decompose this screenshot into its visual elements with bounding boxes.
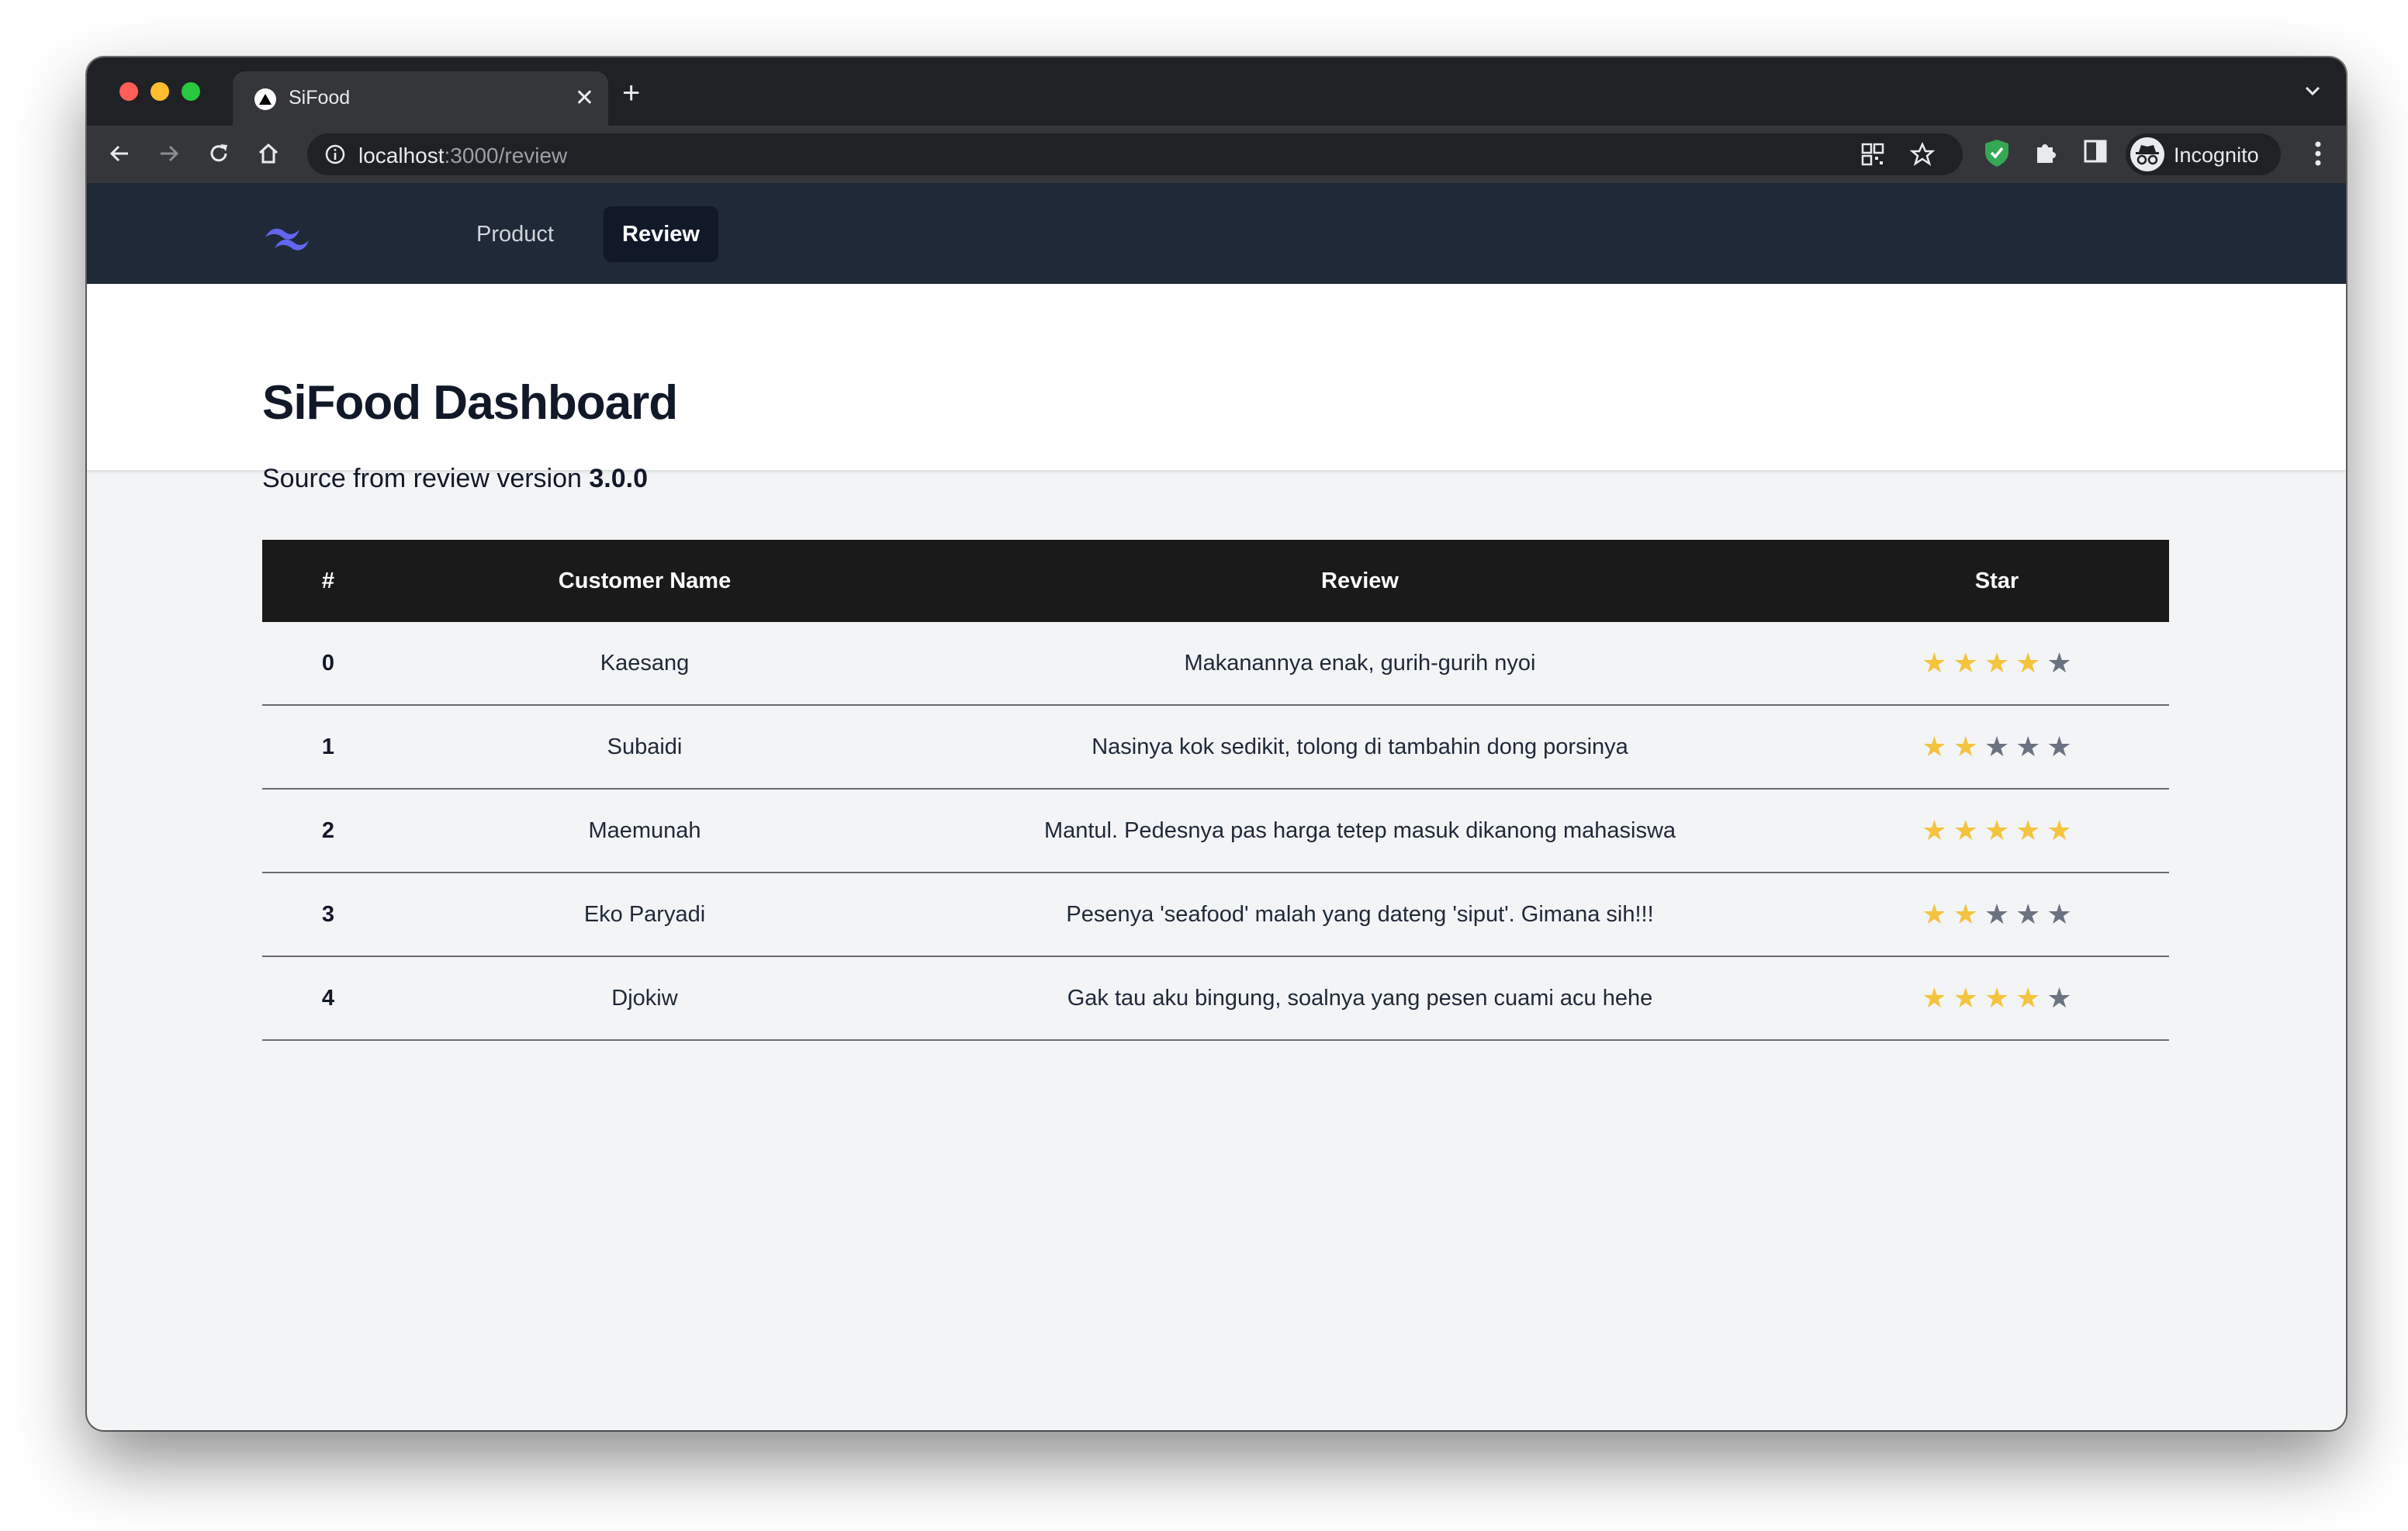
star-empty-icon: ★: [2015, 898, 2041, 930]
row-index: 3: [321, 901, 335, 927]
tab-search-chevron-icon[interactable]: [2302, 81, 2323, 105]
source-version: 3.0.0: [589, 464, 648, 493]
row-index: 1: [321, 734, 335, 759]
star-filled-icon: ★: [1984, 982, 2010, 1014]
incognito-profile-button[interactable]: Incognito: [2126, 133, 2281, 175]
star-filled-icon: ★: [2015, 982, 2041, 1014]
table-row: 0 Kaesang Makanannya enak, gurih-gurih nyo…: [262, 622, 2169, 706]
page-title: SiFood Dashboard: [262, 376, 678, 430]
nav-link-review[interactable]: Review: [604, 206, 718, 262]
review-text: Mantul. Pedesnya pas harga tetep masuk d…: [1043, 817, 1676, 843]
star-filled-icon: ★: [1953, 814, 1978, 846]
customer-name: Kaesang: [600, 650, 690, 676]
star-rating: ★ ★ ★ ★ ★: [1825, 984, 2169, 1012]
star-rating: ★ ★ ★ ★ ★: [1825, 649, 2169, 677]
table-header: # Customer Name Review Star: [262, 540, 2169, 622]
page-header: SiFood Dashboard: [87, 284, 2346, 470]
star-empty-icon: ★: [1984, 731, 2010, 762]
star-filled-icon: ★: [1922, 647, 1947, 679]
customer-name: Subaidi: [607, 734, 683, 759]
browser-menu-icon[interactable]: [2313, 140, 2323, 171]
browser-window: SiFood ✕ + localhost:3000/review Incogni…: [87, 57, 2346, 1430]
star-filled-icon: ★: [1953, 647, 1978, 679]
shield-extension-icon[interactable]: [1983, 138, 2011, 171]
star-filled-icon: ★: [1922, 982, 1947, 1014]
star-empty-icon: ★: [2046, 898, 2072, 930]
column-header-index: #: [321, 568, 335, 593]
forward-icon[interactable]: [154, 138, 185, 169]
star-rating: ★ ★ ★ ★ ★: [1825, 733, 2169, 761]
row-index: 4: [321, 985, 335, 1011]
table-row: 4 Djokiw Gak tau aku bingung, soalnya yang…: [262, 957, 2169, 1041]
column-header-customer-name: Customer Name: [558, 568, 732, 593]
site-info-icon[interactable]: [324, 143, 346, 169]
tab-strip: SiFood ✕ +: [87, 57, 2346, 126]
maximize-window-button[interactable]: [182, 82, 200, 101]
star-filled-icon: ★: [1922, 898, 1947, 930]
tab-title: SiFood: [289, 87, 351, 109]
puzzle-extensions-icon[interactable]: [2033, 138, 2060, 170]
table-row: 3 Eko Paryadi Pesenya 'seafood' malah yang…: [262, 873, 2169, 957]
home-icon[interactable]: [253, 138, 284, 169]
star-empty-icon: ★: [2046, 647, 2072, 679]
star-empty-icon: ★: [2015, 731, 2041, 762]
bookmark-star-icon[interactable]: [1909, 141, 1936, 171]
star-filled-icon: ★: [1953, 898, 1978, 930]
row-index: 2: [321, 817, 335, 843]
minimize-window-button[interactable]: [150, 82, 169, 101]
row-index: 0: [321, 650, 335, 676]
star-empty-icon: ★: [2046, 731, 2072, 762]
column-header-review: Review: [1321, 568, 1399, 593]
incognito-label: Incognito: [2174, 143, 2259, 167]
star-filled-icon: ★: [1953, 731, 1978, 762]
favicon-icon: [254, 88, 276, 110]
new-tab-button[interactable]: +: [622, 78, 640, 109]
star-empty-icon: ★: [2046, 982, 2072, 1014]
customer-name: Eko Paryadi: [583, 901, 706, 927]
customer-name: Maemunah: [588, 817, 701, 843]
tab-close-icon[interactable]: ✕: [575, 87, 594, 110]
star-rating: ★ ★ ★ ★ ★: [1825, 817, 2169, 845]
star-filled-icon: ★: [1922, 731, 1947, 762]
incognito-icon: [2130, 137, 2164, 171]
customer-name: Djokiw: [611, 985, 678, 1011]
qr-code-icon[interactable]: [1860, 142, 1885, 171]
table-row: 2 Maemunah Mantul. Pedesnya pas harga tete…: [262, 790, 2169, 873]
review-table: # Customer Name Review Star 0 Kaesang Maka…: [262, 540, 2169, 1041]
star-filled-icon: ★: [1922, 814, 1947, 846]
star-filled-icon: ★: [1984, 814, 2010, 846]
side-panel-icon[interactable]: [2082, 138, 2109, 168]
back-icon[interactable]: [104, 138, 135, 169]
star-filled-icon: ★: [1953, 982, 1978, 1014]
source-prefix: Source from review version: [262, 464, 582, 493]
browser-tab[interactable]: SiFood ✕: [233, 71, 608, 126]
star-filled-icon: ★: [2046, 814, 2072, 846]
star-filled-icon: ★: [1984, 647, 2010, 679]
app-navbar: Product Review: [87, 183, 2346, 284]
table-body: 0 Kaesang Makanannya enak, gurih-gurih nyo…: [262, 622, 2169, 1041]
table-row: 1 Subaidi Nasinya kok sedikit, tolong di t…: [262, 706, 2169, 790]
url-text: localhost:3000/review: [358, 143, 568, 168]
review-text: Pesenya 'seafood' malah yang dateng 'sip…: [1066, 901, 1654, 927]
review-text: Nasinya kok sedikit, tolong di tambahin …: [1092, 734, 1628, 759]
tailwind-logo-icon[interactable]: [262, 222, 312, 257]
address-bar[interactable]: localhost:3000/review: [307, 133, 1963, 175]
star-filled-icon: ★: [2015, 647, 2041, 679]
star-empty-icon: ★: [1984, 898, 2010, 930]
source-version-text: Source from review version 3.0.0: [262, 464, 648, 494]
reload-icon[interactable]: [203, 138, 234, 169]
star-rating: ★ ★ ★ ★ ★: [1825, 900, 2169, 928]
review-text: Makanannya enak, gurih-gurih nyoi: [1184, 650, 1536, 676]
review-text: Gak tau aku bingung, soalnya yang pesen …: [1067, 985, 1653, 1011]
close-window-button[interactable]: [119, 82, 138, 101]
column-header-star: Star: [1974, 568, 2019, 593]
nav-link-product[interactable]: Product: [458, 206, 573, 262]
star-filled-icon: ★: [2015, 814, 2041, 846]
browser-toolbar: localhost:3000/review Incognito: [87, 126, 2346, 183]
